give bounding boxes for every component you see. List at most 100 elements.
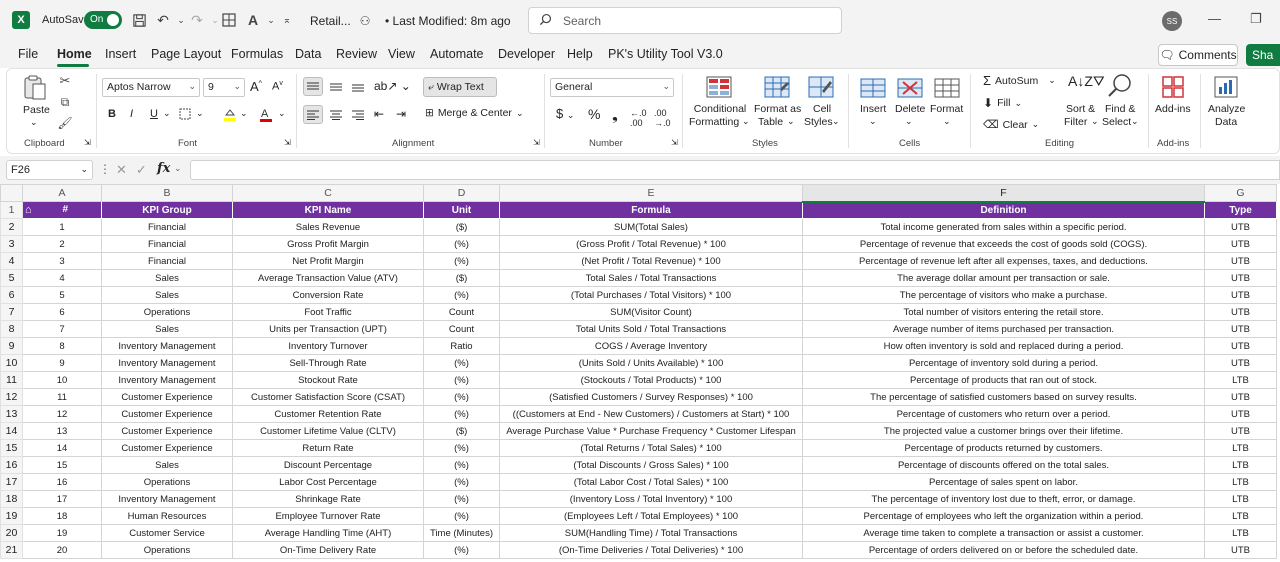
cancel-icon[interactable]: ✕ [116,162,127,178]
row-header[interactable]: 15 [0,439,23,457]
cell[interactable]: Average time taken to complete a transac… [802,524,1205,542]
tab-page-layout[interactable]: Page Layout [151,47,221,61]
cell[interactable]: Operations [101,473,233,491]
cell[interactable]: 8 [22,337,102,355]
cell[interactable]: (%) [423,490,500,508]
cell[interactable]: Sales [101,456,233,474]
cell[interactable]: (%) [423,439,500,457]
chevron-down-icon[interactable]: ⌄ [832,116,840,127]
cell[interactable]: Return Rate [232,439,424,457]
cell[interactable]: Inventory Management [101,337,233,355]
cell[interactable]: (%) [423,456,500,474]
analyze-data-label-2[interactable]: Data [1215,116,1237,128]
tab-file[interactable]: File [18,47,38,61]
undo-icon[interactable]: ↶ [154,11,172,29]
chevron-down-icon[interactable]: ⌄ [174,163,182,174]
cell[interactable]: Customer Experience [101,422,233,440]
header-cell[interactable]: Definition [802,201,1205,219]
cell[interactable]: Customer Experience [101,405,233,423]
cell[interactable]: Human Resources [101,507,233,525]
cell[interactable]: Labor Cost Percentage [232,473,424,491]
header-cell[interactable]: ⌂ # [22,201,102,219]
cell[interactable]: UTB [1204,354,1277,372]
cell[interactable]: Customer Experience [101,439,233,457]
cell[interactable]: (Total Returns / Total Sales) * 100 [499,439,803,457]
tab-formulas[interactable]: Formulas [231,47,283,61]
sort-filter-label-2[interactable]: Filter [1064,116,1087,128]
cell[interactable]: Net Profit Margin [232,252,424,270]
cell[interactable]: 11 [22,388,102,406]
column-header-g[interactable]: G [1204,184,1277,202]
cell[interactable]: UTB [1204,337,1277,355]
tab-review[interactable]: Review [336,47,377,61]
cell[interactable]: Financial [101,252,233,270]
chevron-down-icon[interactable]: ⌄ [943,116,951,127]
cell-styles-label-1[interactable]: Cell [813,103,831,115]
cell[interactable]: 18 [22,507,102,525]
cell[interactable]: Customer Service [101,524,233,542]
autosum-button[interactable]: Σ AutoSum ⌄ [983,73,1056,88]
format-painter-icon[interactable]: 🖌 [57,116,72,130]
cell[interactable]: (%) [423,541,500,559]
cell[interactable]: Units per Transaction (UPT) [232,320,424,338]
cell[interactable]: The projected value a customer brings ov… [802,422,1205,440]
cell[interactable]: UTB [1204,422,1277,440]
cell[interactable]: (%) [423,286,500,304]
header-cell[interactable]: Unit [423,201,500,219]
cell[interactable]: 19 [22,524,102,542]
cell[interactable]: Sales Revenue [232,218,424,236]
underline-icon[interactable]: U [150,108,158,120]
find-select-label-2[interactable]: Select [1102,116,1131,128]
align-right-icon[interactable] [348,105,368,124]
cell[interactable]: Customer Retention Rate [232,405,424,423]
cell[interactable]: (On-Time Deliveries / Total Deliveries) … [499,541,803,559]
row-header[interactable]: 1 [0,201,23,219]
column-header-c[interactable]: C [232,184,424,202]
cell[interactable]: Customer Lifetime Value (CLTV) [232,422,424,440]
cell[interactable]: Operations [101,303,233,321]
cell[interactable]: (%) [423,388,500,406]
font-color-ribbon-icon[interactable]: A [258,105,274,122]
cell[interactable]: Percentage of discounts offered on the t… [802,456,1205,474]
cell[interactable]: ($) [423,218,500,236]
cell[interactable]: Percentage of sales spent on labor. [802,473,1205,491]
row-header[interactable]: 12 [0,388,23,406]
cell[interactable]: Inventory Management [101,371,233,389]
analyze-data-label-1[interactable]: Analyze [1208,103,1245,115]
chevron-down-icon[interactable]: ⌄ [1091,116,1099,127]
row-header[interactable]: 8 [0,320,23,338]
cell[interactable]: Total number of visitors entering the re… [802,303,1205,321]
row-header[interactable]: 14 [0,422,23,440]
cell[interactable]: 16 [22,473,102,491]
paste-label[interactable]: Paste [23,104,50,116]
last-modified[interactable]: • Last Modified: 8m ago [385,14,511,28]
cell[interactable]: Average number of items purchased per tr… [802,320,1205,338]
row-header[interactable]: 17 [0,473,23,491]
cell[interactable]: (Units Sold / Units Available) * 100 [499,354,803,372]
autosave-toggle[interactable]: On [84,11,122,29]
cell[interactable]: 7 [22,320,102,338]
column-header-a[interactable]: A [22,184,102,202]
cell[interactable]: Customer Satisfaction Score (CSAT) [232,388,424,406]
orientation-icon[interactable]: ab↗ ⌄ [374,79,411,93]
cell[interactable]: Employee Turnover Rate [232,507,424,525]
cell[interactable]: UTB [1204,388,1277,406]
more-options-icon[interactable]: ⋮ [99,162,111,176]
cell[interactable]: 6 [22,303,102,321]
sort-filter-icon[interactable]: A↓Z⛛ [1068,73,1105,90]
underline-dropdown-icon[interactable]: ⌄ [163,108,171,119]
conditional-formatting-label-1[interactable]: Conditional [692,103,748,115]
cell[interactable]: SUM(Total Sales) [499,218,803,236]
minimize-icon[interactable]: — [1208,11,1221,26]
cell[interactable]: LTB [1204,371,1277,389]
cell[interactable]: UTB [1204,405,1277,423]
cell[interactable]: UTB [1204,541,1277,559]
cell[interactable]: (%) [423,371,500,389]
cell[interactable]: UTB [1204,269,1277,287]
border-dropdown-icon[interactable]: ⌄ [196,108,204,119]
cell[interactable]: Percentage of products that ran out of s… [802,371,1205,389]
font-color-icon[interactable]: A [244,11,262,29]
bold-icon[interactable]: B [108,108,116,120]
number-launcher-icon[interactable]: ⇲ [671,138,678,147]
cell[interactable]: (Employees Left / Total Employees) * 100 [499,507,803,525]
